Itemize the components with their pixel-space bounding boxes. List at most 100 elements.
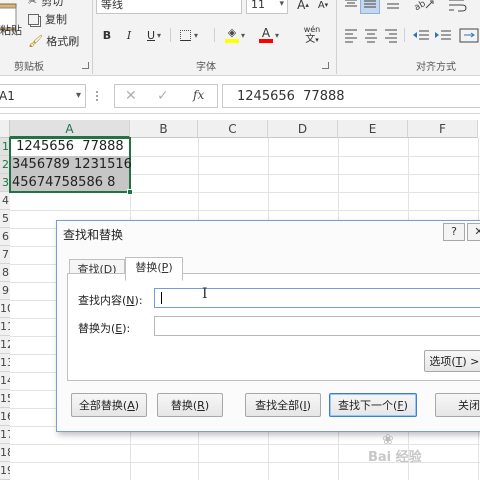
bottom-align-button[interactable] bbox=[384, 0, 402, 14]
row-header[interactable]: 19 bbox=[0, 462, 10, 480]
replace-all-button[interactable]: 全部替换(A) bbox=[71, 393, 147, 417]
clipboard-dialog-launcher-icon[interactable] bbox=[82, 62, 89, 69]
increase-font-button[interactable]: A ▴ bbox=[294, 0, 312, 14]
replace-tab-panel: 查找内容(N): I 替换为(E): 选项(T) >> bbox=[67, 273, 480, 381]
font-size-select[interactable]: 11 ▾ bbox=[246, 0, 288, 14]
row-header[interactable]: 11 bbox=[0, 318, 10, 336]
format-painter-button[interactable]: 🖌 格式刷 bbox=[28, 34, 79, 48]
paint-bucket-icon: ◈ bbox=[224, 27, 239, 43]
align-left-icon bbox=[345, 29, 357, 43]
row-header[interactable]: 17 bbox=[0, 426, 10, 444]
resize-handle-icon[interactable] bbox=[94, 89, 100, 103]
fill-color-button[interactable]: ◈ ▾ bbox=[220, 24, 250, 46]
alignment-group-label: 对齐方式 bbox=[416, 62, 456, 73]
align-left-button[interactable] bbox=[342, 26, 360, 44]
replace-button[interactable]: 替换(R) bbox=[157, 393, 223, 417]
insert-function-icon[interactable]: fx bbox=[193, 88, 204, 102]
copy-icon bbox=[28, 13, 39, 25]
formula-bar: A1 ▾ ✕ ✓ fx 1245656 77888 bbox=[0, 80, 480, 114]
gridline bbox=[10, 210, 480, 211]
middle-align-button[interactable] bbox=[360, 0, 380, 14]
font-dialog-launcher-icon[interactable] bbox=[322, 62, 329, 69]
dialog-title-bar[interactable]: 查找和替换 ? ✕ bbox=[57, 221, 480, 245]
font-color-button[interactable]: A ▾ bbox=[254, 24, 284, 46]
divider bbox=[170, 28, 171, 42]
row-header[interactable]: 14 bbox=[0, 372, 10, 390]
close-dialog-button[interactable]: 关闭 bbox=[435, 393, 480, 417]
row-header[interactable]: 16 bbox=[0, 408, 10, 426]
bold-button[interactable]: B bbox=[98, 26, 116, 44]
enter-icon[interactable]: ✓ bbox=[157, 88, 169, 104]
row-header[interactable]: 12 bbox=[0, 336, 10, 354]
borders-icon bbox=[179, 29, 191, 41]
top-align-icon bbox=[345, 0, 357, 7]
decrease-indent-icon bbox=[413, 30, 429, 40]
column-header-a[interactable]: A bbox=[10, 120, 130, 138]
orientation-button[interactable]: ab bbox=[412, 0, 436, 14]
row-header[interactable]: 13 bbox=[0, 354, 10, 372]
wrap-text-button[interactable] bbox=[446, 0, 470, 14]
formula-input[interactable]: 1245656 77888 bbox=[222, 84, 480, 108]
merge-center-icon bbox=[459, 28, 479, 43]
borders-button[interactable]: ▾ bbox=[174, 26, 204, 44]
tab-replace[interactable]: 替换(P) bbox=[125, 257, 183, 281]
column-header-e[interactable]: E bbox=[338, 120, 408, 138]
formula-controls: ✕ ✓ fx bbox=[114, 84, 218, 108]
row-header[interactable]: 5 bbox=[0, 210, 10, 228]
find-what-label: 查找内容(N): bbox=[78, 294, 143, 307]
divider bbox=[214, 28, 215, 42]
column-header-c[interactable]: C bbox=[198, 120, 268, 138]
help-button[interactable]: ? bbox=[443, 223, 465, 241]
phonetic-button[interactable]: wén 文▾ bbox=[296, 24, 328, 46]
select-all-corner[interactable] bbox=[0, 120, 10, 138]
replace-with-input[interactable] bbox=[154, 316, 480, 336]
row-header[interactable]: 15 bbox=[0, 390, 10, 408]
column-header-d[interactable]: D bbox=[268, 120, 338, 138]
find-all-button[interactable]: 查找全部(I) bbox=[245, 393, 321, 417]
row-header[interactable]: 18 bbox=[0, 444, 10, 462]
align-right-icon bbox=[385, 29, 397, 43]
row-header[interactable]: 10 bbox=[0, 300, 10, 318]
chevron-down-icon: ▾ bbox=[240, 30, 245, 40]
decrease-indent-button[interactable] bbox=[410, 26, 432, 44]
decrease-font-button[interactable]: A ▾ bbox=[314, 0, 332, 14]
align-right-button[interactable] bbox=[382, 26, 400, 44]
chevron-down-icon: ▾ bbox=[75, 90, 81, 101]
close-button[interactable]: ✕ bbox=[467, 223, 480, 241]
close-icon: ✕ bbox=[474, 225, 480, 238]
fill-handle[interactable] bbox=[127, 189, 133, 195]
row-header[interactable]: 9 bbox=[0, 282, 10, 300]
column-header-b[interactable]: B bbox=[130, 120, 198, 138]
orientation-icon: ab bbox=[413, 0, 434, 13]
name-box[interactable]: A1 ▾ bbox=[0, 84, 86, 108]
top-align-button[interactable] bbox=[342, 0, 360, 14]
format-painter-icon: 🖌 bbox=[28, 34, 44, 48]
svg-text:ab: ab bbox=[413, 0, 428, 13]
increase-indent-icon bbox=[435, 30, 451, 40]
align-center-button[interactable] bbox=[362, 26, 380, 44]
copy-button[interactable]: 复制 bbox=[28, 12, 67, 26]
column-header-f[interactable]: F bbox=[408, 120, 478, 138]
font-name-select[interactable]: 等线 bbox=[96, 0, 242, 14]
group-divider bbox=[92, 0, 93, 74]
paste-label[interactable]: 粘贴 bbox=[0, 22, 22, 38]
row-header[interactable]: 8 bbox=[0, 264, 10, 282]
increase-indent-button[interactable] bbox=[432, 26, 454, 44]
cancel-icon[interactable]: ✕ bbox=[125, 88, 137, 104]
watermark: ❀ Bai 经验 bbox=[368, 432, 422, 465]
cut-button[interactable]: ✂ 剪切 bbox=[28, 0, 63, 8]
options-button[interactable]: 选项(T) >> bbox=[424, 350, 480, 372]
phonetic-icon: 文▾ bbox=[305, 33, 319, 45]
replace-with-label: 替换为(E): bbox=[78, 322, 131, 335]
row-header[interactable]: 7 bbox=[0, 246, 10, 264]
find-next-button[interactable]: 查找下一个(F) bbox=[329, 393, 417, 417]
text-caret bbox=[161, 292, 162, 304]
row-header[interactable]: 4 bbox=[0, 192, 10, 210]
divider bbox=[404, 28, 405, 42]
row-header[interactable]: 6 bbox=[0, 228, 10, 246]
underline-button[interactable]: U ▾ bbox=[142, 26, 166, 44]
merge-center-button[interactable] bbox=[458, 26, 480, 44]
italic-button[interactable]: I bbox=[120, 26, 138, 44]
chevron-down-icon: ▾ bbox=[274, 30, 279, 40]
find-replace-dialog: 查找和替换 ? ✕ 查找(D) 替换(P) 查找内容(N): I 替换为(E):… bbox=[56, 220, 480, 432]
